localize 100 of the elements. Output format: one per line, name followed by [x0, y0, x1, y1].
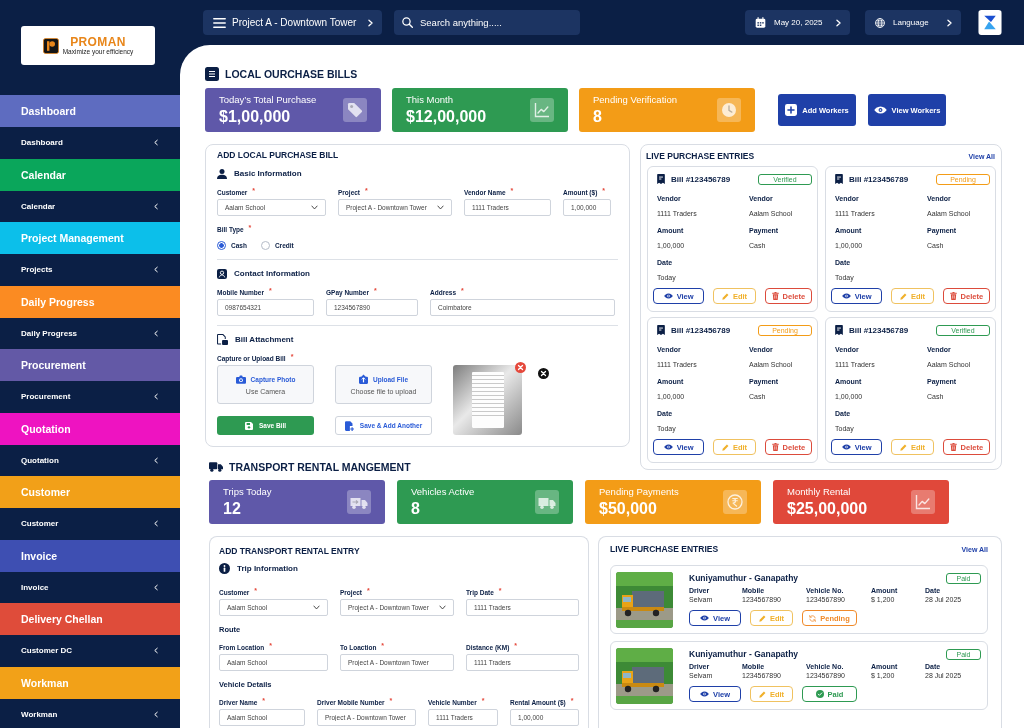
sidebar-item[interactable]: Workman — [0, 698, 180, 728]
sidebar-item[interactable]: Procurement — [0, 381, 180, 413]
receipt-icon — [657, 174, 665, 184]
stat-value: $1,00,000 — [219, 107, 292, 126]
pencil-icon — [758, 690, 766, 698]
close-icon[interactable] — [538, 368, 549, 379]
pencil-icon — [899, 292, 907, 300]
sidebar-item[interactable]: Customer — [0, 508, 180, 540]
radio-button[interactable] — [217, 241, 226, 250]
trip-route: Kuniyamuthur - Ganapathy — [689, 649, 800, 659]
sidebar-item[interactable]: Customer DC — [0, 635, 180, 667]
truck-photo-placeholder — [616, 648, 673, 704]
chart-icon — [530, 98, 554, 122]
chart-icon — [911, 490, 935, 514]
chevron-left-icon — [154, 456, 158, 464]
section-title: LOCAL OURCHASE BILLS — [225, 68, 358, 80]
app-logo-icon[interactable] — [978, 10, 1002, 35]
panel-title: LIVE PURCHASE ENTRIES — [610, 544, 719, 554]
trip-route: Kuniyamuthur - Ganapathy — [689, 573, 800, 583]
eye-icon — [700, 615, 709, 621]
eye-icon — [841, 293, 851, 299]
info-icon — [219, 563, 230, 574]
chevron-left-icon — [154, 266, 158, 274]
sidebar-section-header: Dashboard — [0, 95, 180, 127]
receipt-icon — [657, 325, 665, 335]
receipt-icon — [835, 174, 843, 184]
sidebar-item[interactable]: Quotation — [0, 444, 180, 476]
section-heading: Bill Attachment — [235, 335, 294, 344]
stat-label: This Month — [406, 94, 454, 105]
pencil-icon — [899, 443, 907, 451]
upload-icon — [359, 374, 368, 384]
sidebar-section-header: Quotation — [0, 412, 180, 445]
section-title: TRANSPORT RENTAL MANGEMENT — [229, 461, 411, 473]
document-card-icon — [217, 334, 228, 345]
truck-icon — [209, 462, 223, 472]
receipt-icon — [835, 325, 843, 335]
sidebar-section-header: Daily Progress — [0, 285, 180, 318]
sidebar-item[interactable]: Calendar — [0, 190, 180, 222]
language-selector[interactable]: Language — [865, 10, 961, 35]
stat-value: 8 — [411, 499, 421, 518]
pencil-icon — [721, 292, 729, 300]
pencil-icon — [721, 443, 729, 451]
eye-icon — [663, 444, 673, 450]
document-plus-icon — [344, 420, 354, 431]
project-selector[interactable]: Project A - Downtown Tower — [203, 10, 382, 35]
chevron-right-icon — [947, 18, 952, 27]
coin-icon — [723, 490, 747, 514]
sidebar-item[interactable]: Dashboard — [0, 127, 180, 159]
sidebar-item[interactable]: Projects — [0, 254, 180, 286]
refresh-icon — [809, 614, 817, 622]
check-circle-icon — [815, 690, 824, 698]
bill-number: Bill #123456789 — [671, 325, 732, 335]
search-icon — [402, 17, 413, 28]
bill-number: Bill #123456789 — [671, 174, 732, 184]
stat-label: Pending Verification — [593, 94, 677, 105]
form-title: ADD LOCAL PURCHASE BILL — [217, 150, 340, 160]
chevron-left-icon — [154, 202, 158, 210]
chevron-left-icon — [154, 520, 158, 528]
bill-number: Bill #123456789 — [849, 174, 910, 184]
stat-label: Monthly Rental — [787, 486, 852, 497]
sidebar-item[interactable]: Daily Progress — [0, 317, 180, 349]
section-heading: Trip Information — [237, 564, 298, 573]
stat-value: $50,000 — [599, 499, 658, 518]
search-field[interactable]: Search anything..... — [394, 10, 580, 35]
sidebar-item[interactable]: Invoice — [0, 571, 180, 603]
trash-icon — [949, 292, 957, 300]
chevron-left-icon — [154, 710, 158, 718]
truck-photo-placeholder — [616, 572, 673, 628]
menu-icon[interactable] — [213, 17, 226, 28]
stat-label: Trips Today — [223, 486, 272, 497]
trash-icon — [771, 443, 779, 451]
list-icon — [205, 67, 219, 81]
chevron-left-icon — [154, 139, 158, 147]
bill-number: Bill #123456789 — [849, 325, 910, 335]
logo-mark-icon — [42, 37, 59, 54]
chevron-right-icon — [836, 18, 841, 27]
chevron-left-icon — [154, 393, 158, 401]
chevron-left-icon — [154, 329, 158, 337]
logo-name: PROMAN — [70, 35, 126, 48]
contact-card-icon — [217, 268, 227, 279]
section-heading: Contact Information — [234, 269, 310, 278]
chevron-left-icon — [154, 647, 158, 655]
stat-label: Pending Payments — [599, 486, 679, 497]
chevron-down-icon — [437, 205, 444, 210]
sidebar-section-header: Invoice — [0, 539, 180, 572]
eye-icon — [700, 691, 709, 697]
person-icon — [217, 168, 227, 179]
date-picker[interactable]: May 20, 2025 — [745, 10, 850, 35]
stat-label: Today’s Total Purchase — [219, 94, 317, 105]
eye-icon — [873, 106, 887, 114]
plus-icon — [785, 104, 798, 116]
chevron-down-icon — [313, 605, 320, 610]
chevron-right-icon — [368, 18, 373, 27]
radio-button[interactable] — [260, 241, 270, 250]
sidebar-section-header: Customer — [0, 476, 180, 508]
sidebar-section-header: Project Management — [0, 222, 180, 254]
section-heading: Basic Information — [234, 169, 302, 178]
chevron-down-icon — [311, 205, 318, 210]
eye-icon — [841, 444, 851, 450]
tag-icon — [343, 98, 367, 122]
